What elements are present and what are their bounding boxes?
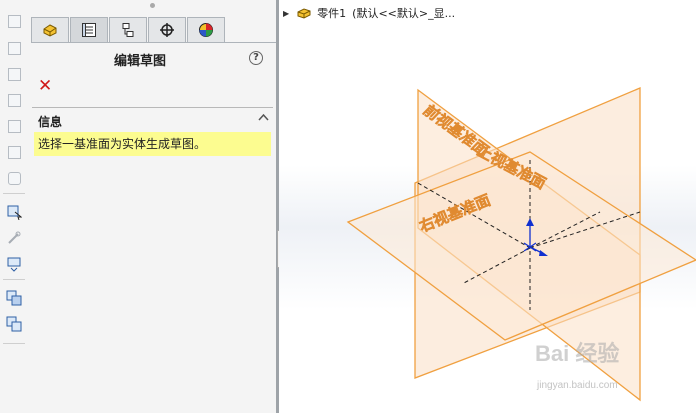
view-back-icon[interactable]	[5, 39, 23, 57]
view-toolbar	[0, 0, 30, 413]
expand-arrow-icon[interactable]: ▶	[283, 9, 289, 18]
property-manager-icon	[82, 23, 96, 37]
tab-feature-manager[interactable]	[31, 17, 69, 42]
normal-to-icon[interactable]	[5, 203, 23, 221]
help-button[interactable]: ?	[249, 51, 263, 65]
dimxpert-manager-icon	[160, 23, 174, 37]
configuration-manager-icon	[122, 23, 134, 37]
sketch-tool-icon[interactable]	[5, 229, 23, 247]
manager-tabs	[31, 17, 226, 43]
tab-configuration-manager[interactable]	[109, 17, 147, 42]
panel-grip[interactable]	[150, 3, 155, 8]
toolbar-separator	[3, 279, 25, 280]
display-manager-icon	[199, 23, 213, 37]
graphics-area[interactable]	[279, 0, 696, 413]
part-name: 零件1	[317, 7, 347, 20]
display-view-icon[interactable]	[5, 255, 23, 273]
watermark-url: jingyan.baidu.com	[537, 380, 618, 391]
feature-tree-flyout[interactable]: ▶ 零件1 (默认<<默认>_显...	[283, 5, 455, 21]
configuration-text: (默认<<默认>_显...	[352, 7, 456, 20]
tab-dimxpert-manager[interactable]	[148, 17, 186, 42]
view-left-icon[interactable]	[5, 65, 23, 83]
tab-property-manager[interactable]	[70, 17, 108, 42]
view-bottom-icon[interactable]	[5, 143, 23, 161]
toolbar-separator	[3, 193, 25, 194]
view-front-icon[interactable]	[5, 12, 23, 30]
watermark-logo: Bai 经验	[535, 341, 620, 366]
collapse-chevron-icon[interactable]	[258, 113, 269, 124]
cancel-button[interactable]: ✕	[38, 78, 52, 95]
section-view-icon[interactable]	[5, 289, 23, 307]
feature-manager-icon	[43, 24, 57, 37]
view-isometric-icon[interactable]	[5, 169, 23, 187]
part-icon	[297, 8, 311, 19]
tab-baseline	[31, 42, 276, 43]
section-divider	[32, 107, 273, 108]
page-title: 编辑草图	[113, 54, 166, 69]
property-manager-panel: 编辑草图 ? ✕ 信息 选择一基准面为实体生成草图。	[29, 0, 276, 413]
toolbar-separator	[3, 343, 25, 344]
view-orientation-icon[interactable]	[5, 315, 23, 333]
solidworks-window: 编辑草图 ? ✕ 信息 选择一基准面为实体生成草图。 ▶ 零件1 (默认<<默认…	[0, 0, 696, 413]
view-top-icon[interactable]	[5, 117, 23, 135]
message-box: 选择一基准面为实体生成草图。	[34, 132, 271, 156]
view-right-icon[interactable]	[5, 91, 23, 109]
tab-display-manager[interactable]	[187, 17, 225, 42]
message-section-title[interactable]: 信息	[38, 113, 62, 130]
